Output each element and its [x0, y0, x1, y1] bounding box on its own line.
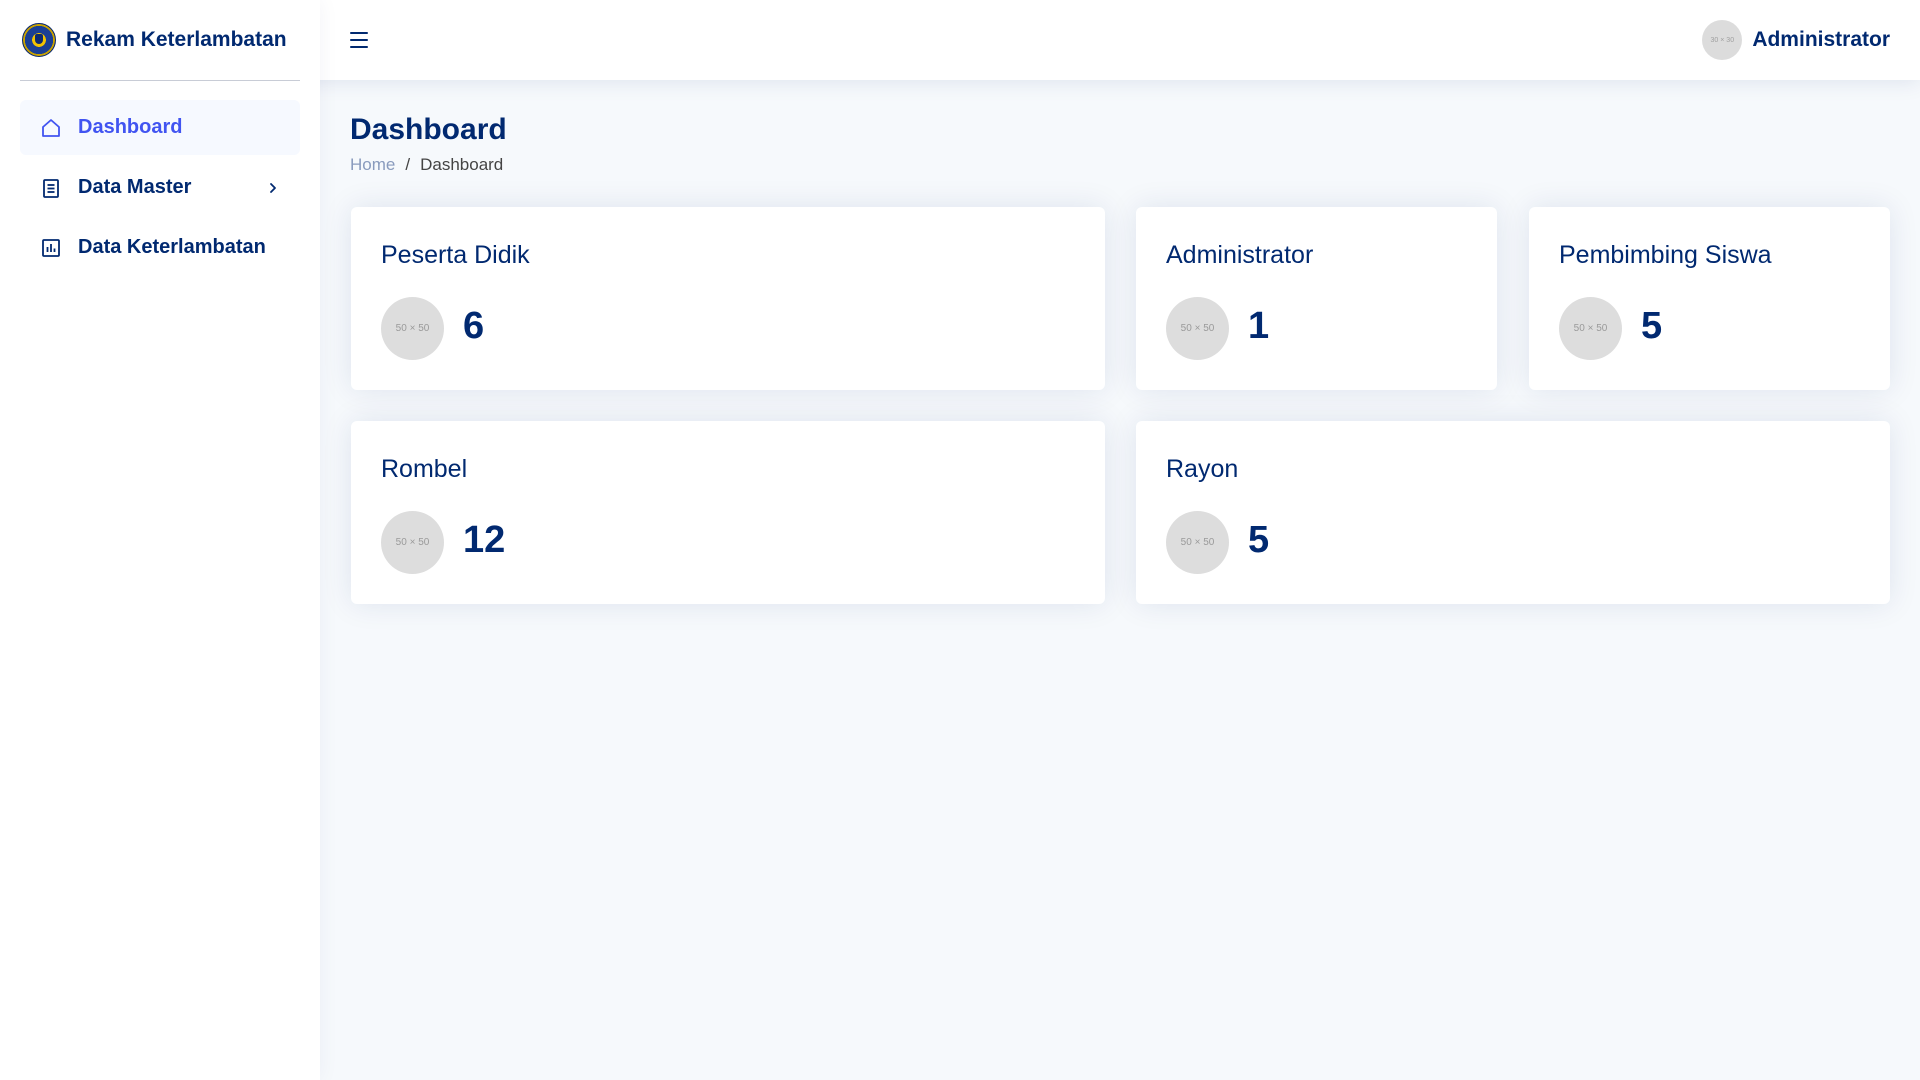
school-emblem-icon: [22, 23, 56, 57]
card-value: 5: [1641, 305, 1663, 347]
card-value: 1: [1248, 305, 1270, 347]
sidebar-item-label: Dashboard: [78, 116, 183, 138]
page-title: Dashboard: [350, 113, 507, 146]
sidebar-item-data-master[interactable]: Data Master: [20, 160, 300, 215]
stat-card-rombel: Rombel 50 × 50 12: [351, 421, 1105, 604]
app-logo[interactable]: Rekam Keterlambatan: [22, 20, 287, 60]
card-value: 5: [1248, 519, 1270, 561]
main-content: Dashboard Home / Dashboard Peserta Didik…: [320, 80, 1920, 1080]
placeholder-image-icon: 50 × 50: [381, 297, 444, 360]
profile-menu[interactable]: 30 × 30 Administrator: [1702, 20, 1890, 60]
card-value: 12: [463, 519, 506, 561]
sidebar-divider: [20, 80, 300, 81]
hamburger-menu-icon[interactable]: [350, 28, 374, 52]
sidebar-item-dashboard[interactable]: Dashboard: [20, 100, 300, 155]
chevron-right-icon: [266, 181, 280, 195]
sidebar-item-data-keterlambatan[interactable]: Data Keterlambatan: [20, 220, 300, 275]
card-title: Administrator: [1166, 241, 1314, 269]
placeholder-image-icon: 50 × 50: [1559, 297, 1622, 360]
placeholder-image-icon: 50 × 50: [1166, 511, 1229, 574]
avatar: 30 × 30: [1702, 20, 1743, 60]
stat-card-pembimbing-siswa: Pembimbing Siswa 50 × 50 5: [1529, 207, 1890, 390]
card-value: 6: [463, 305, 485, 347]
card-title: Pembimbing Siswa: [1559, 241, 1772, 269]
app-title: Rekam Keterlambatan: [66, 28, 287, 51]
card-title: Rayon: [1166, 455, 1239, 483]
stat-card-peserta-didik: Peserta Didik 50 × 50 6: [351, 207, 1105, 390]
breadcrumb-separator: /: [405, 155, 411, 174]
placeholder-image-icon: 50 × 50: [1166, 297, 1229, 360]
card-title: Peserta Didik: [381, 241, 530, 269]
breadcrumb-home-link[interactable]: Home: [350, 155, 395, 175]
bar-chart-icon: [40, 237, 62, 259]
sidebar-item-label: Data Master: [78, 176, 192, 198]
house-icon: [40, 117, 62, 139]
placeholder-image-icon: 50 × 50: [381, 511, 444, 574]
sidebar-item-label: Data Keterlambatan: [78, 236, 266, 258]
profile-name: Administrator: [1752, 28, 1890, 51]
breadcrumb: Home / Dashboard: [350, 155, 503, 175]
stat-card-administrator: Administrator 50 × 50 1: [1136, 207, 1497, 390]
sidebar: Rekam Keterlambatan Dashboard Data Maste…: [0, 0, 320, 1080]
sidebar-nav: Dashboard Data Master Data Keterlambatan: [20, 100, 300, 280]
card-title: Rombel: [381, 455, 468, 483]
breadcrumb-current: Dashboard: [420, 155, 504, 174]
document-list-icon: [40, 177, 62, 199]
stat-card-rayon: Rayon 50 × 50 5: [1136, 421, 1890, 604]
